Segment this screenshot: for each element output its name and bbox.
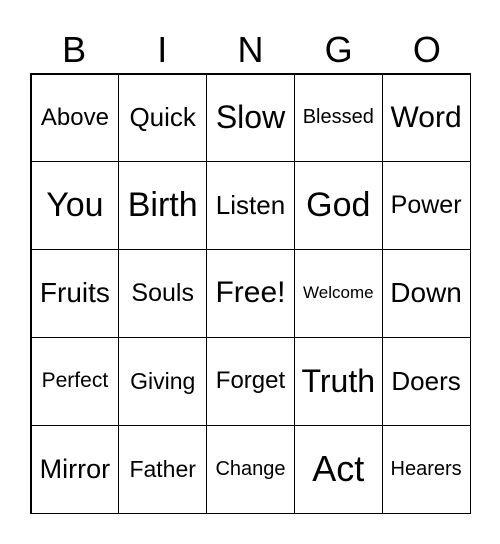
bingo-cell[interactable]: Mirror: [30, 424, 120, 514]
bingo-header: B I N G O: [30, 28, 471, 72]
bingo-grid: Above Quick Slow Blessed Word You Birth Listen G…: [30, 73, 471, 514]
bingo-cell[interactable]: Father: [118, 424, 208, 514]
bingo-cell[interactable]: You: [30, 161, 120, 251]
bingo-cell[interactable]: Word: [381, 73, 471, 163]
bingo-cell[interactable]: Change: [206, 424, 295, 514]
header-letter-n: N: [237, 29, 264, 70]
bingo-cell[interactable]: Giving: [118, 336, 208, 426]
bingo-cell[interactable]: Power: [381, 161, 471, 251]
bingo-cell[interactable]: Forget: [206, 336, 295, 426]
bingo-cell[interactable]: Slow: [206, 73, 295, 163]
bingo-cell[interactable]: Act: [293, 424, 383, 514]
bingo-cell[interactable]: Souls: [118, 249, 208, 338]
bingo-cell[interactable]: Truth: [293, 336, 383, 426]
bingo-cell[interactable]: Doers: [381, 336, 471, 426]
bingo-cell[interactable]: Quick: [118, 73, 208, 163]
bingo-cell[interactable]: God: [293, 161, 383, 251]
bingo-cell[interactable]: Perfect: [30, 336, 120, 426]
bingo-cell[interactable]: Fruits: [30, 249, 120, 338]
bingo-cell[interactable]: Welcome: [293, 249, 383, 338]
bingo-cell[interactable]: Above: [30, 73, 120, 163]
header-letter-g: G: [324, 29, 353, 70]
bingo-cell[interactable]: Down: [381, 249, 471, 338]
header-letter-i: I: [157, 29, 168, 70]
bingo-cell[interactable]: Free!: [206, 249, 295, 338]
header-letter-b: B: [62, 29, 87, 70]
bingo-cell[interactable]: Birth: [118, 161, 208, 251]
bingo-cell[interactable]: Blessed: [293, 73, 383, 163]
header-letter-o: O: [412, 29, 441, 70]
bingo-cell[interactable]: Listen: [206, 161, 295, 251]
bingo-cell[interactable]: Hearers: [381, 424, 471, 514]
